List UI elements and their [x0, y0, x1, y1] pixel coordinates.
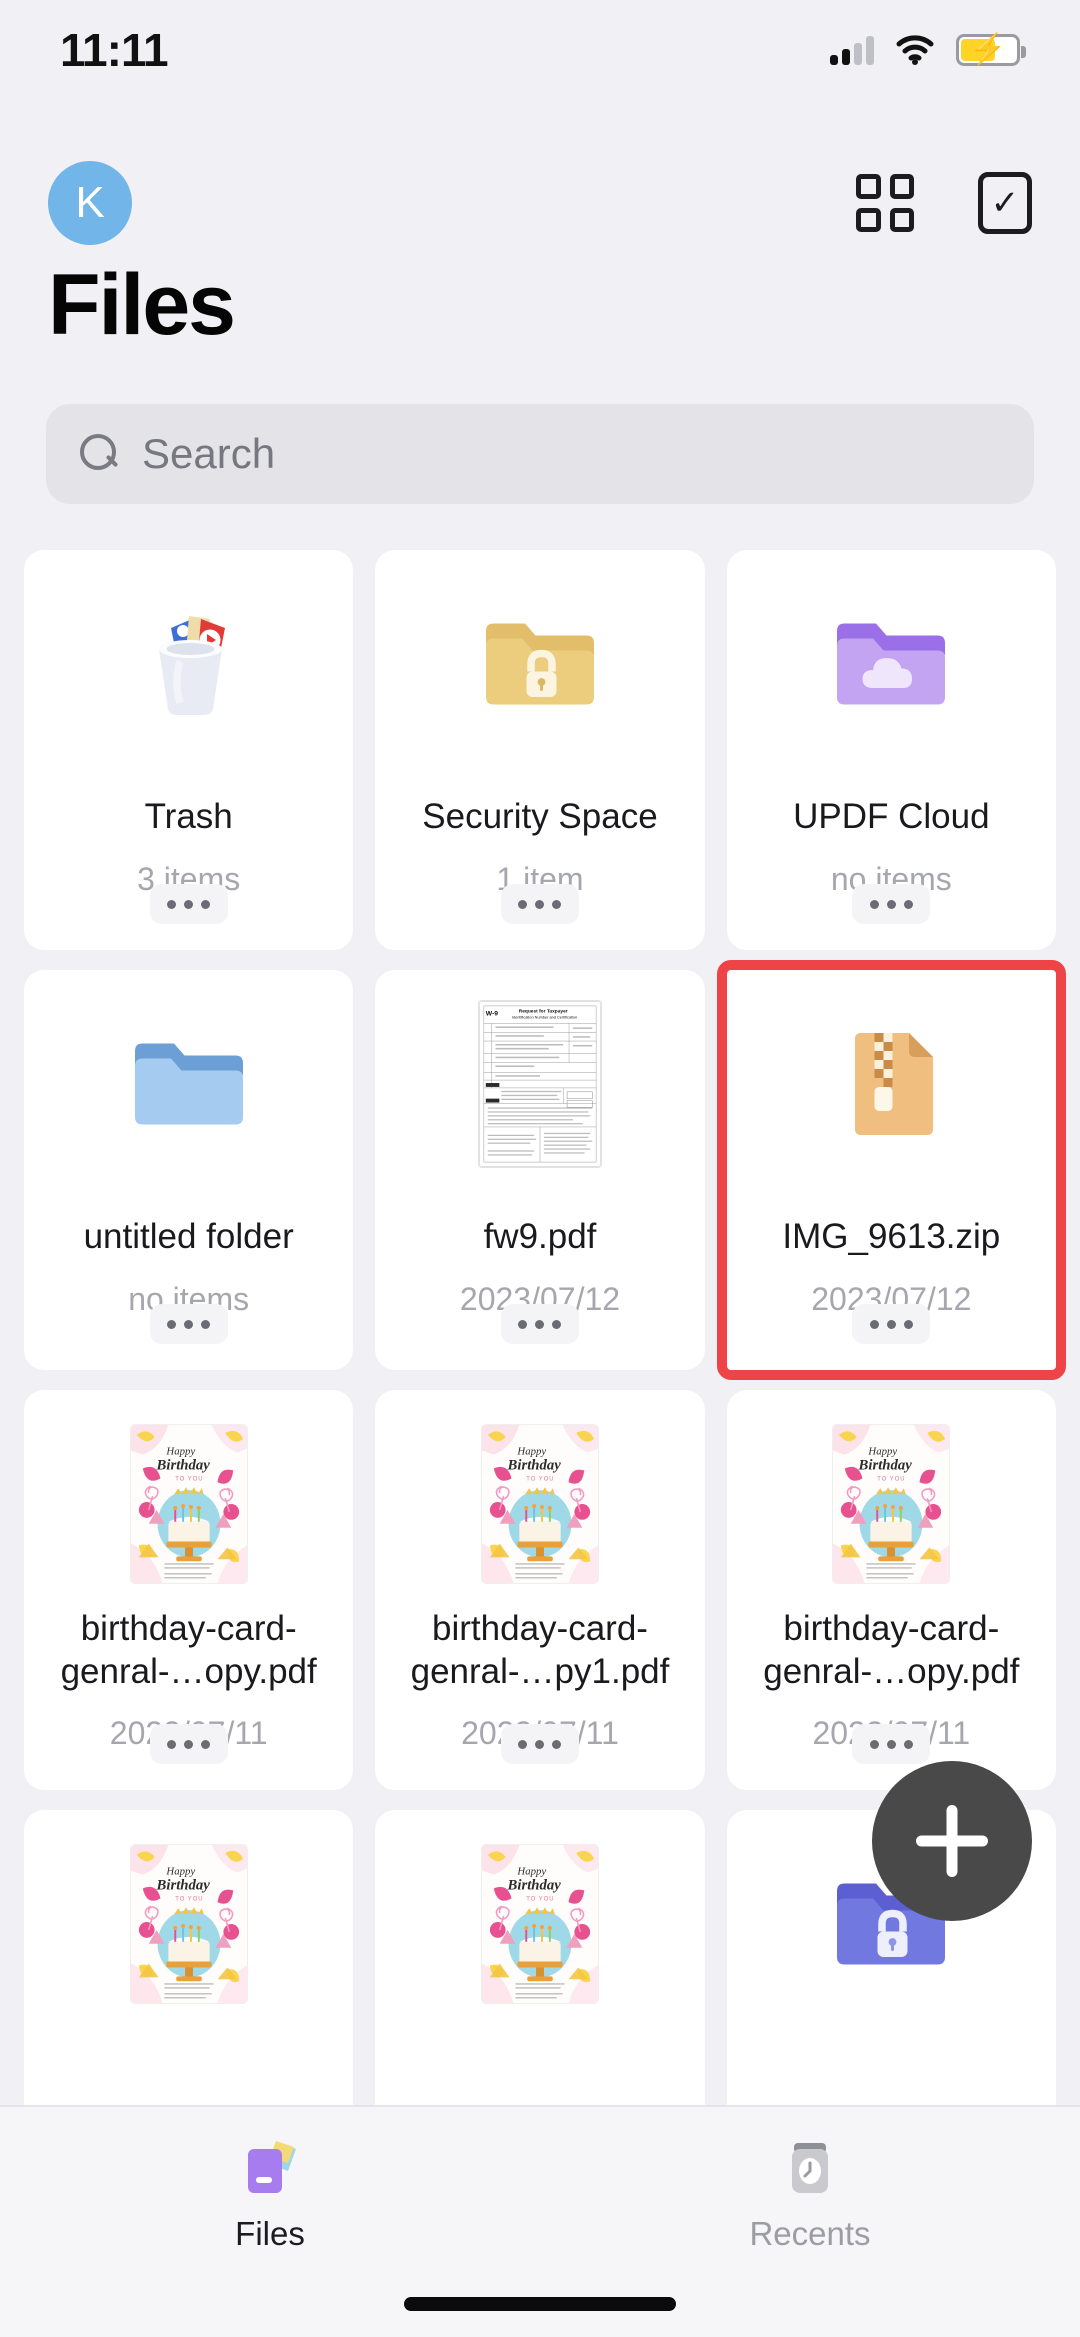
top-nav-row: K ✓ — [0, 148, 1080, 258]
status-icons: ⚡ — [830, 34, 1020, 66]
more-options-icon[interactable] — [501, 1304, 579, 1344]
file-name: Security Space — [375, 796, 704, 839]
home-indicator — [404, 2297, 676, 2311]
file-name: untitled folder — [24, 1216, 353, 1259]
status-clock: 11:11 — [60, 23, 168, 77]
svg-text:Birthday: Birthday — [858, 1457, 913, 1473]
wifi-icon — [896, 35, 934, 65]
pdf-document-icon: Happy Birthday TO YOU — [24, 1824, 353, 2024]
trash-bin-icon — [24, 564, 353, 764]
add-button[interactable] — [872, 1761, 1032, 1921]
svg-text:Birthday: Birthday — [155, 1457, 210, 1473]
tab-files[interactable]: Files — [0, 2135, 540, 2253]
grid-view-icon[interactable] — [856, 174, 914, 232]
file-card[interactable]: Trash 3 items — [24, 550, 353, 950]
select-mode-icon[interactable]: ✓ — [978, 172, 1032, 234]
tab-recents[interactable]: Recents — [540, 2135, 1080, 2253]
svg-text:TO YOU: TO YOU — [878, 1476, 906, 1482]
app-screen: 11:11 ⚡ K ✓ Files — [0, 0, 1080, 2337]
svg-text:Identification Number and Cert: Identification Number and Certification — [512, 1015, 577, 1020]
svg-text:W-9: W-9 — [486, 1011, 498, 1018]
tab-recents-label: Recents — [749, 2215, 870, 2253]
svg-text:Birthday: Birthday — [155, 1877, 210, 1893]
file-name: birthday-card-genral-…opy.pdf — [24, 1608, 353, 1693]
file-card[interactable]: untitled folder no items — [24, 970, 353, 1370]
more-options-icon[interactable] — [852, 1304, 930, 1344]
status-bar: 11:11 ⚡ — [0, 0, 1080, 100]
avatar[interactable]: K — [48, 161, 132, 245]
nav-actions: ✓ — [856, 172, 1032, 234]
pdf-document-icon: Happy Birthday TO YOU — [375, 1824, 704, 2024]
svg-text:TO YOU: TO YOU — [526, 1896, 554, 1902]
file-card[interactable]: Security Space 1 item — [375, 550, 704, 950]
more-options-icon[interactable] — [501, 1724, 579, 1764]
locked-folder-icon — [375, 564, 704, 764]
svg-text:Happy: Happy — [516, 1866, 546, 1878]
more-options-icon[interactable] — [150, 1724, 228, 1764]
recents-clock-icon — [774, 2135, 846, 2201]
file-card[interactable]: Happy Birthday TO YOU — [727, 1390, 1056, 1790]
bottom-tab-bar: Files Recents — [0, 2105, 1080, 2337]
search-placeholder: Search — [142, 430, 275, 478]
file-grid: Trash 3 items Security Space 1 item UPDF… — [24, 550, 1056, 2210]
file-card[interactable]: Happy Birthday TO YOU — [375, 1390, 704, 1790]
file-name: fw9.pdf — [375, 1216, 704, 1259]
plus-icon — [916, 1805, 988, 1877]
files-folder-icon — [234, 2135, 306, 2201]
file-card[interactable]: Happy Birthday TO YOU — [24, 1390, 353, 1790]
pdf-document-icon: Happy Birthday TO YOU — [24, 1404, 353, 1604]
svg-text:Happy: Happy — [868, 1446, 898, 1458]
file-name: UPDF Cloud — [727, 796, 1056, 839]
file-name: IMG_9613.zip — [727, 1216, 1056, 1259]
svg-text:Happy: Happy — [165, 1446, 195, 1458]
svg-text:TO YOU: TO YOU — [175, 1476, 203, 1482]
svg-text:Happy: Happy — [516, 1446, 546, 1458]
svg-text:Happy: Happy — [165, 1866, 195, 1878]
file-name: Trash — [24, 796, 353, 839]
file-card[interactable]: IMG_9613.zip 2023/07/12 — [727, 970, 1056, 1370]
tab-files-label: Files — [235, 2215, 305, 2253]
pdf-document-icon: Happy Birthday TO YOU — [375, 1404, 704, 1604]
search-icon — [80, 434, 120, 474]
file-name: birthday-card-genral-…py1.pdf — [375, 1608, 704, 1693]
svg-text:TO YOU: TO YOU — [526, 1476, 554, 1482]
search-input[interactable]: Search — [46, 404, 1034, 504]
file-card[interactable]: UPDF Cloud no items — [727, 550, 1056, 950]
page-title: Files — [48, 256, 234, 355]
svg-text:TO YOU: TO YOU — [175, 1896, 203, 1902]
more-options-icon[interactable] — [150, 1304, 228, 1344]
folder-icon — [24, 984, 353, 1184]
svg-text:Birthday: Birthday — [507, 1877, 562, 1893]
pdf-document-icon: Happy Birthday TO YOU — [727, 1404, 1056, 1604]
battery-charging-icon: ⚡ — [956, 34, 1020, 66]
zip-archive-icon — [727, 984, 1056, 1184]
more-options-icon[interactable] — [150, 884, 228, 924]
cloud-folder-icon — [727, 564, 1056, 764]
file-name: birthday-card-genral-…opy.pdf — [727, 1608, 1056, 1693]
more-options-icon[interactable] — [501, 884, 579, 924]
file-card[interactable]: W-9 Request for Taxpayer Identification … — [375, 970, 704, 1370]
cellular-signal-icon — [830, 35, 874, 65]
pdf-document-icon: W-9 Request for Taxpayer Identification … — [375, 984, 704, 1184]
svg-text:Birthday: Birthday — [507, 1457, 562, 1473]
more-options-icon[interactable] — [852, 1724, 930, 1764]
more-options-icon[interactable] — [852, 884, 930, 924]
